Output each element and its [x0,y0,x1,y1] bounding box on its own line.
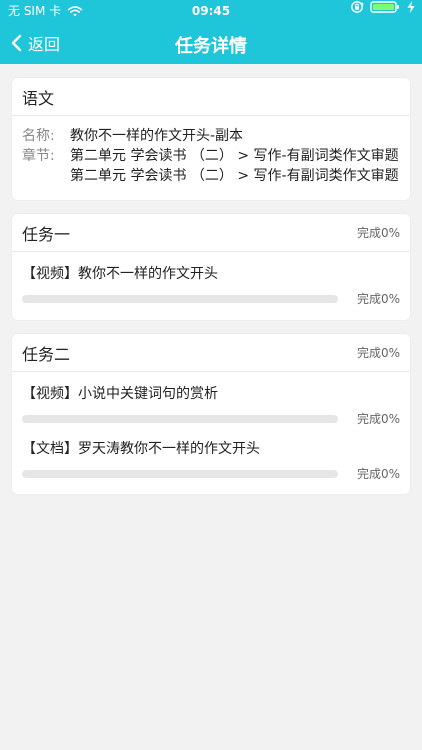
progress-bar [22,294,338,303]
task-card-1: 任务一 完成0% 【视频】教你不一样的作文开头 完成0% [12,214,410,320]
task-2-header: 任务二 完成0% [12,334,410,372]
app-screen: 无 SIM 卡 09:45 返回 任务详情 语文 名称: 教你不一样的作文开头-… [0,0,422,750]
task-1-title: 任务一 [22,224,71,244]
progress-bar [22,469,338,478]
task-item-title: 【视频】小说中关键词句的赏析 [22,386,218,402]
navigation-bar: 返回 任务详情 [0,22,422,64]
page-title: 任务详情 [175,36,247,57]
progress-text: 完成0% [356,467,400,481]
task-2-title: 任务二 [22,344,71,364]
subject-chapter-label: 章节: [22,148,55,164]
top-header: 无 SIM 卡 09:45 返回 任务详情 [0,0,422,64]
task-2-status: 完成0% [356,346,400,360]
task-2-item-2[interactable]: 【文档】罗天涛教你不一样的作文开头 完成0% [12,427,410,482]
status-bar: 无 SIM 卡 09:45 [0,0,422,22]
task-item-title: 【文档】罗天涛教你不一样的作文开头 [22,441,260,457]
task-item-progress-row: 完成0% [22,410,400,427]
task-1-header: 任务一 完成0% [12,214,410,252]
task-card-2: 任务二 完成0% 【视频】小说中关键词句的赏析 完成0% 【文档】罗天涛教你不一… [12,334,410,494]
rotation-lock-icon [350,0,364,14]
chapter-line: 第二单元 学会读书 （二） > 写作-有副词类作文审题 [70,148,399,164]
subject-chapter-lines: 第二单元 学会读书 （二） > 写作-有副词类作文审题 第二单元 学会读书 （二… [70,146,399,186]
chapter-line: 第二单元 学会读书 （二） > 写作-有副词类作文审题 [70,168,399,184]
progress-bar [22,414,338,423]
subject-name-label: 名称: [22,128,55,144]
subject-details: 名称: 教你不一样的作文开头-副本 章节: 第二单元 学会读书 （二） > 写作… [12,116,410,186]
task-item-progress-row: 完成0% [22,290,400,307]
subject-name-row: 名称: 教你不一样的作文开头-副本 [22,126,400,146]
progress-text: 完成0% [356,412,400,426]
task-item-title: 【视频】教你不一样的作文开头 [22,266,218,282]
task-1-item-1[interactable]: 【视频】教你不一样的作文开头 完成0% [12,252,410,307]
subject-name-value: 教你不一样的作文开头-副本 [70,128,244,144]
task-2-item-1[interactable]: 【视频】小说中关键词句的赏析 完成0% [12,372,410,427]
battery-icon [370,1,400,13]
charging-icon [406,0,416,14]
task-item-progress-row: 完成0% [22,465,400,482]
status-right [350,0,416,14]
subject-chapter-row: 章节: 第二单元 学会读书 （二） > 写作-有副词类作文审题 第二单元 学会读… [22,146,400,186]
subject-title: 语文 [22,88,55,108]
subject-card: 语文 名称: 教你不一样的作文开头-副本 章节: 第二单元 学会读书 （二） >… [12,78,410,200]
subject-card-header: 语文 [12,78,410,116]
progress-text: 完成0% [356,292,400,306]
task-1-status: 完成0% [356,226,400,240]
